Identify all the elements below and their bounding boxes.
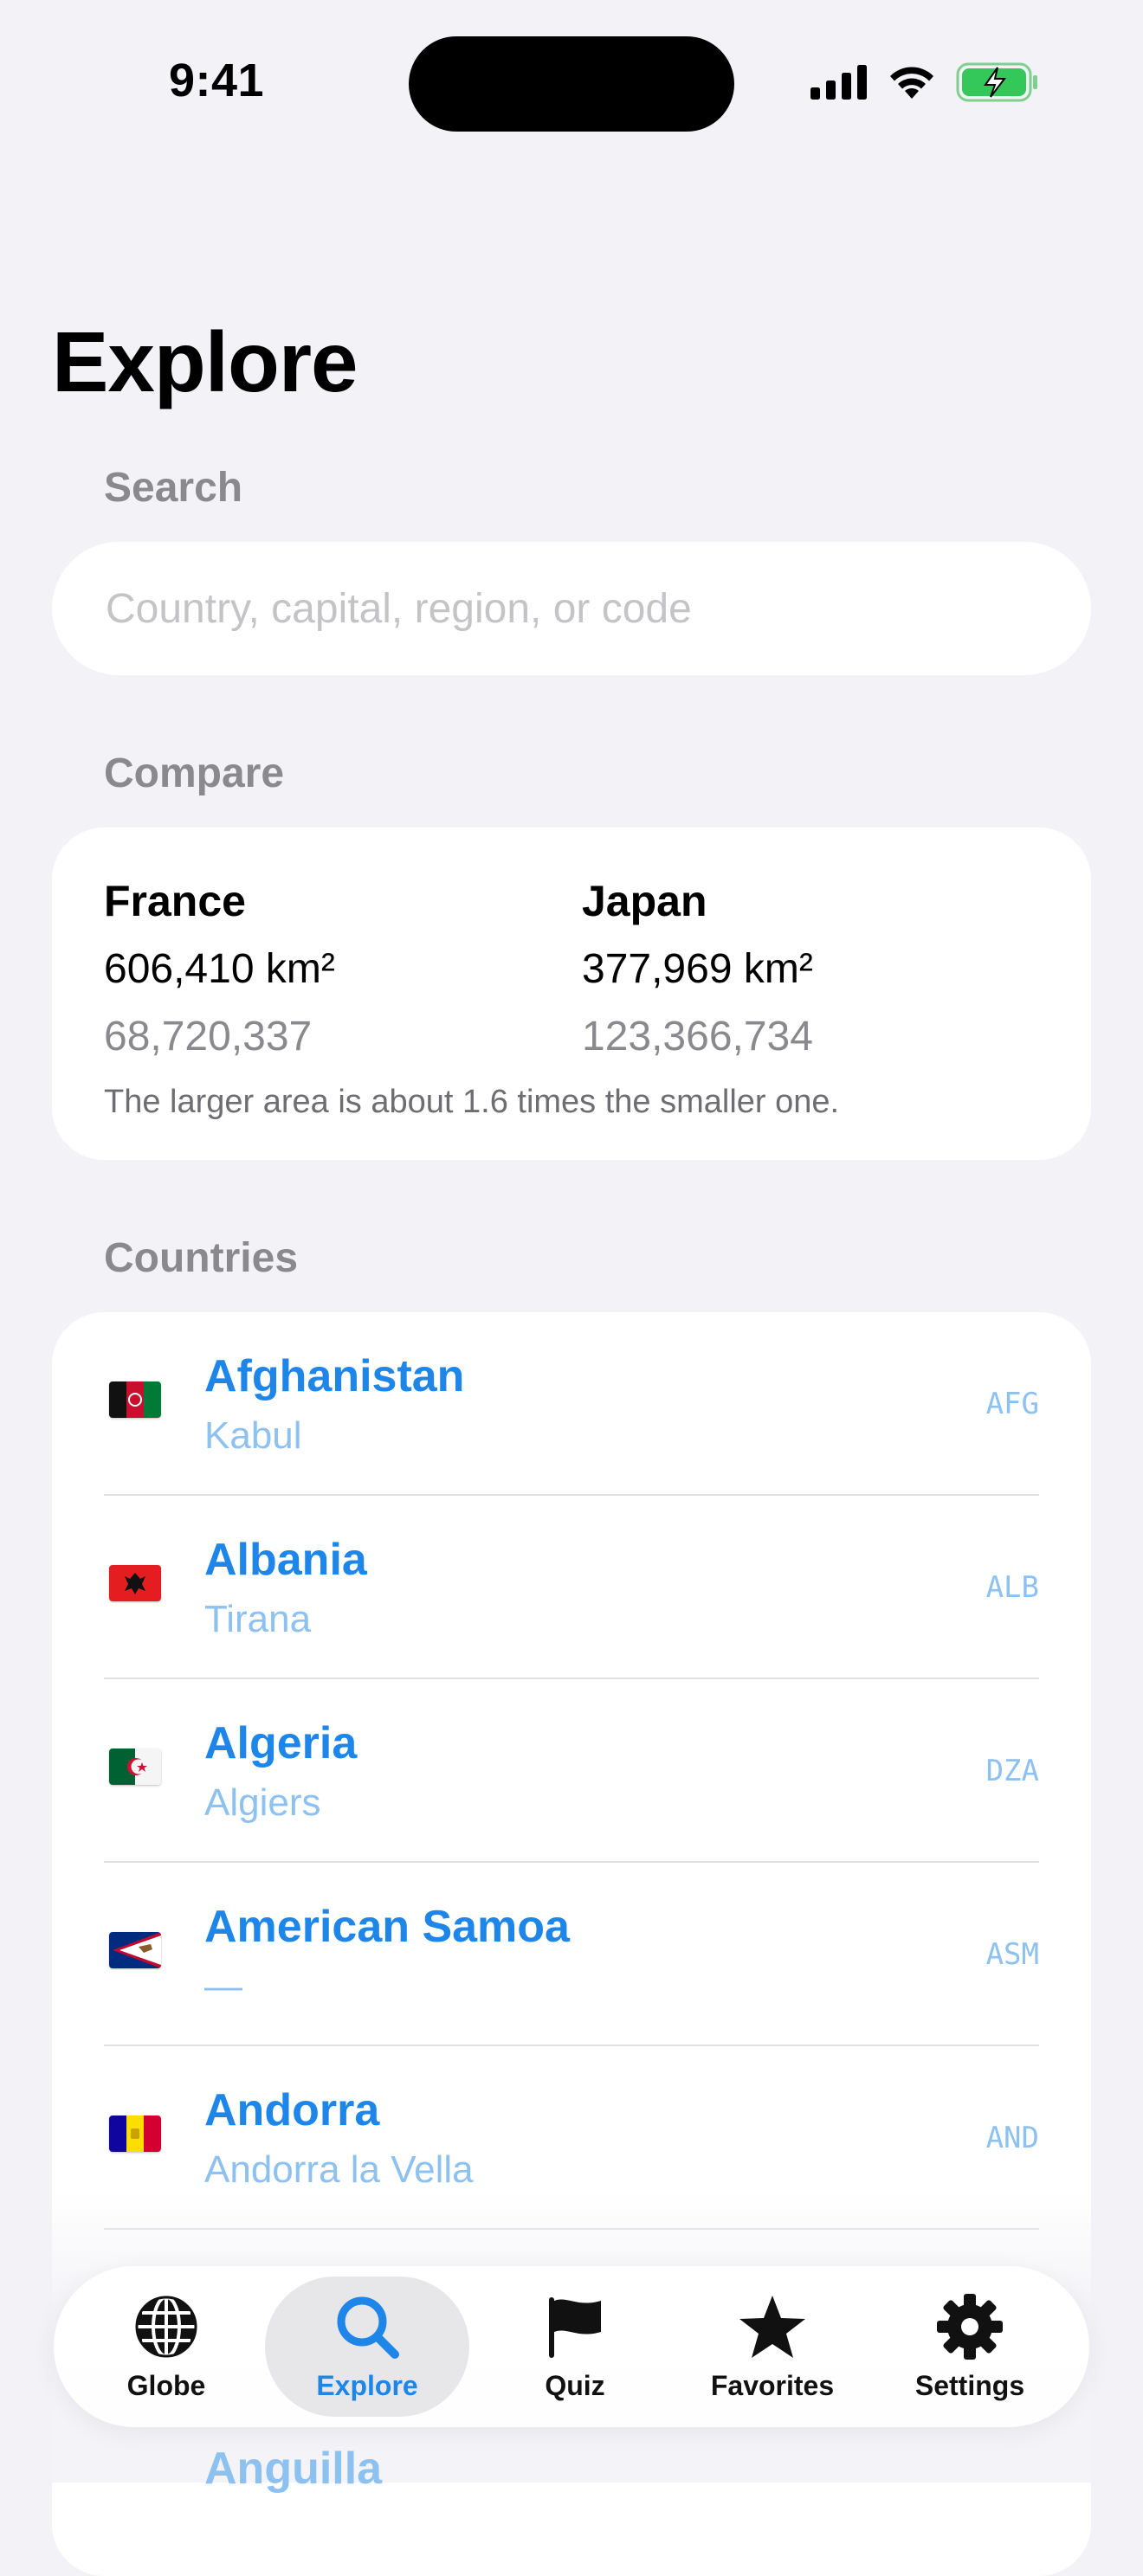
- search-section-label: Search: [104, 465, 243, 511]
- search-input[interactable]: [104, 583, 1043, 634]
- compare-right-country: Japan 377,969 km² 123,366,734: [582, 864, 813, 1058]
- algeria-flag-icon: [109, 1748, 161, 1785]
- tab-quiz[interactable]: Quiz: [473, 2277, 677, 2417]
- country-name: Algeria: [204, 1718, 358, 1768]
- country-row-algeria[interactable]: Algeria Algiers DZA: [52, 1679, 1091, 1863]
- country-name-peek: Anguilla: [204, 2444, 383, 2494]
- american-samoa-flag-icon: [109, 1932, 161, 1968]
- country-code: AND: [985, 2121, 1039, 2155]
- tab-settings[interactable]: Settings: [868, 2277, 1072, 2417]
- country-capital: Tirana: [204, 1598, 312, 1640]
- flag-icon: [549, 2297, 601, 2358]
- page-title: Explore: [52, 314, 358, 409]
- tab-label: Settings: [914, 2370, 1025, 2401]
- country-capital: —: [204, 1965, 242, 2007]
- compare-left-area: 606,410 km²: [104, 946, 335, 992]
- country-capital: Kabul: [204, 1414, 302, 1457]
- country-capital: Algiers: [204, 1781, 321, 1824]
- compare-right-name: Japan: [582, 877, 707, 925]
- country-code: ALB: [985, 1570, 1039, 1605]
- country-capital: Andorra la Vella: [204, 2148, 474, 2191]
- country-code: AFG: [985, 1387, 1039, 1421]
- country-name: Albania: [204, 1535, 367, 1585]
- country-code: ASM: [985, 1937, 1039, 1972]
- tab-explore[interactable]: Explore: [265, 2277, 469, 2417]
- country-name: Andorra: [204, 2085, 380, 2135]
- status-icons: [810, 62, 1039, 102]
- country-row-afghanistan[interactable]: Afghanistan Kabul AFG: [52, 1312, 1091, 1496]
- country-row-american-samoa[interactable]: American Samoa — ASM: [52, 1863, 1091, 2046]
- country-name: American Samoa: [204, 1902, 570, 1952]
- compare-left-name: France: [104, 877, 246, 925]
- compare-card: France 606,410 km² 68,720,337 Japan 377,…: [52, 828, 1091, 1160]
- magnifying-glass-icon: [337, 2296, 399, 2359]
- compare-right-population: 123,366,734: [582, 1014, 813, 1059]
- wifi-icon: [890, 67, 933, 99]
- compare-note: The larger area is about 1.6 times the s…: [104, 1084, 840, 1120]
- compare-left-country: France 606,410 km² 68,720,337: [104, 864, 335, 1058]
- tab-label: Quiz: [545, 2370, 605, 2401]
- dynamic-island: [409, 36, 734, 132]
- country-row-albania[interactable]: Albania Tirana ALB: [52, 1496, 1091, 1679]
- tab-label: Favorites: [710, 2370, 835, 2401]
- search-field[interactable]: [52, 542, 1091, 675]
- status-bar: 9:41: [0, 0, 1143, 173]
- tab-globe[interactable]: Globe: [64, 2277, 268, 2417]
- gear-icon: [937, 2294, 1003, 2360]
- tab-bar: Globe Explore Quiz Favorites Settings: [54, 2266, 1089, 2427]
- albania-flag-icon: [109, 1565, 161, 1601]
- star-icon: [739, 2296, 805, 2358]
- status-time: 9:41: [169, 55, 265, 106]
- andorra-flag-icon: [109, 2116, 161, 2152]
- cellular-signal-icon: [810, 65, 867, 100]
- compare-left-population: 68,720,337: [104, 1014, 313, 1059]
- compare-right-area: 377,969 km²: [582, 946, 813, 992]
- afghanistan-flag-icon: [109, 1381, 161, 1418]
- compare-section-label: Compare: [104, 750, 285, 796]
- country-code: DZA: [985, 1754, 1039, 1788]
- tab-label: Globe: [126, 2370, 206, 2401]
- row-divider: [104, 2228, 1039, 2230]
- country-row-andorra[interactable]: Andorra Andorra la Vella AND: [52, 2046, 1091, 2230]
- battery-charging-icon: [956, 62, 1037, 102]
- globe-icon: [135, 2296, 197, 2358]
- countries-section-label: Countries: [104, 1235, 299, 1281]
- country-name: Afghanistan: [204, 1351, 465, 1401]
- tab-label: Explore: [316, 2370, 418, 2401]
- tab-favorites[interactable]: Favorites: [670, 2277, 875, 2417]
